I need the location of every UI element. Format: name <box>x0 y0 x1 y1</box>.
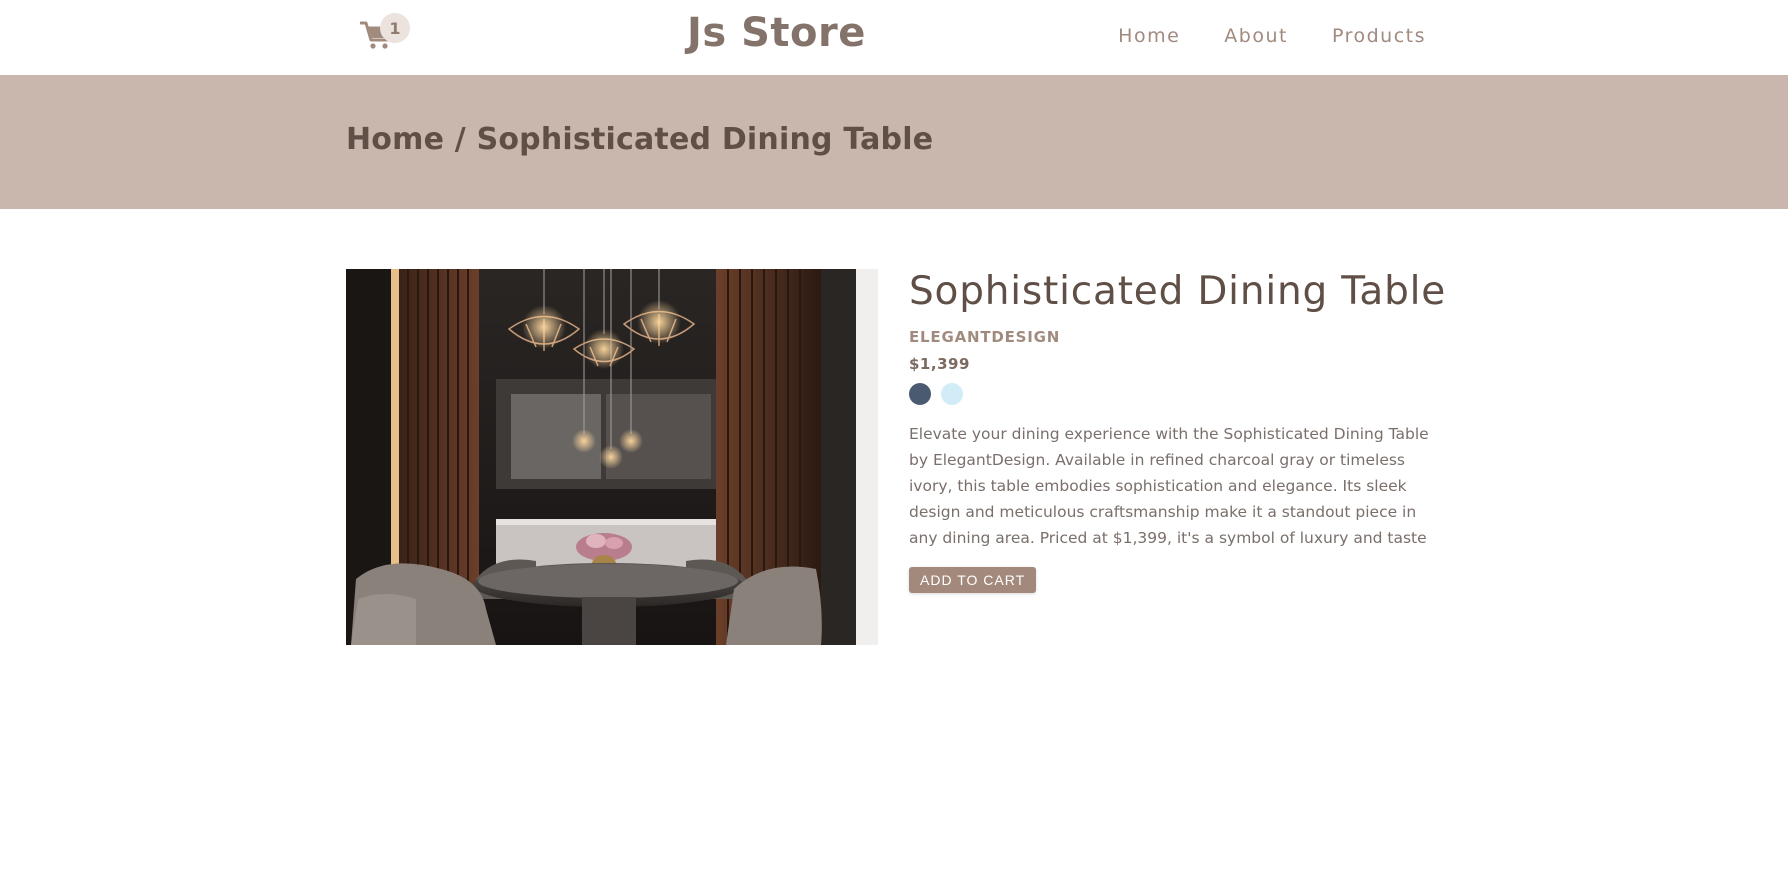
product-image <box>346 269 878 645</box>
product-price: $1,399 <box>909 355 970 373</box>
nav-link-home[interactable]: Home <box>1118 25 1180 47</box>
nav-link-about[interactable]: About <box>1224 25 1288 47</box>
product-description: Elevate your dining experience with the … <box>909 425 1429 547</box>
color-options <box>909 383 1449 405</box>
color-swatch-charcoal[interactable] <box>909 383 931 405</box>
product-title: Sophisticated Dining Table <box>909 269 1447 314</box>
breadcrumb: Home / Sophisticated Dining Table <box>346 122 934 157</box>
add-to-cart-button[interactable]: ADD TO CART <box>909 567 1037 593</box>
dining-room-photo <box>346 269 878 645</box>
store-logo[interactable]: Js Store <box>687 10 866 56</box>
cart-button[interactable]: 1 <box>360 13 410 56</box>
nav-link-products[interactable]: Products <box>1332 25 1426 47</box>
product-company: ELEGANTDESIGN <box>909 328 1061 346</box>
page-hero: Home / Sophisticated Dining Table <box>0 75 1788 209</box>
cart-count-badge: 1 <box>380 13 410 43</box>
color-swatch-light-blue[interactable] <box>941 383 963 405</box>
nav-links: Home About Products <box>1118 25 1426 47</box>
navbar: 1 Js Store Home About Products <box>0 0 1788 75</box>
product-info: Sophisticated Dining Table ELEGANTDESIGN… <box>909 269 1449 593</box>
